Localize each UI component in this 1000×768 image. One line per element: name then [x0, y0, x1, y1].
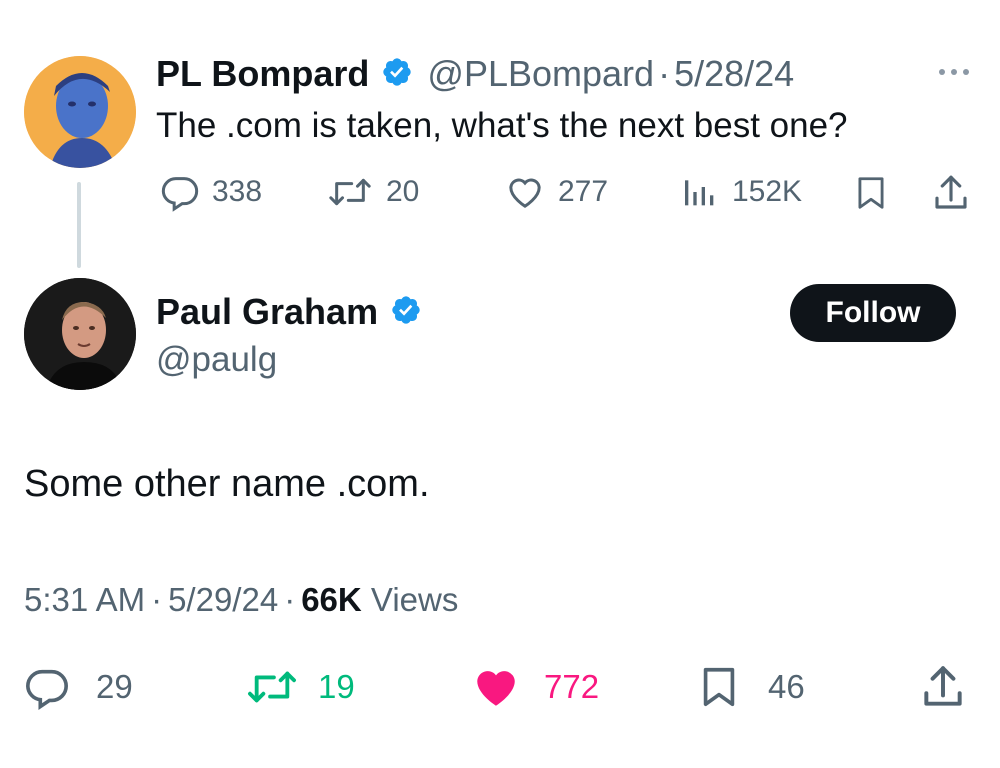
reply-icon[interactable] [24, 664, 70, 710]
views-icon[interactable] [680, 172, 720, 212]
like-icon[interactable] [470, 662, 522, 712]
separator: · [284, 581, 296, 618]
author-name[interactable]: Paul Graham [156, 291, 378, 332]
separator: · [658, 53, 671, 94]
tweet-time[interactable]: 5:31 AM [24, 581, 145, 618]
views-label: Views [370, 581, 459, 618]
tweet-date[interactable]: 5/29/24 [168, 581, 278, 618]
views-count: 152K [732, 175, 803, 208]
verified-badge-icon [381, 54, 413, 98]
author-handle[interactable]: @PLBompard [427, 53, 654, 94]
avatar-plbompard[interactable] [24, 56, 136, 168]
share-icon[interactable] [918, 662, 968, 712]
author-name[interactable]: PL Bompard [156, 53, 369, 94]
more-icon[interactable] [934, 64, 974, 80]
like-icon[interactable] [504, 172, 546, 212]
bookmark-count: 46 [768, 668, 805, 705]
parent-tweet-text: The .com is taken, what's the next best … [156, 106, 848, 145]
views-count: 66K [301, 581, 362, 618]
main-tweet-author-row: Paul Graham [156, 290, 422, 336]
like-count: 277 [558, 175, 609, 208]
avatar-paulg[interactable] [24, 278, 136, 390]
verified-badge-icon [390, 292, 422, 336]
share-icon[interactable] [930, 172, 972, 214]
like-count: 772 [544, 668, 600, 705]
reply-count: 29 [96, 668, 133, 705]
retweet-count: 20 [386, 175, 420, 208]
main-tweet-text: Some other name .com. [24, 463, 430, 505]
retweet-icon[interactable] [328, 172, 372, 212]
bookmark-icon[interactable] [696, 662, 742, 712]
retweet-count: 19 [318, 668, 355, 705]
author-handle[interactable]: @paulg [156, 338, 277, 382]
tweet-date[interactable]: 5/28/24 [674, 53, 794, 94]
thread-connector-line [77, 182, 81, 268]
follow-button[interactable]: Follow [790, 284, 956, 342]
retweet-icon[interactable] [246, 664, 298, 710]
bookmark-icon[interactable] [852, 172, 890, 214]
reply-icon[interactable] [160, 172, 200, 212]
tweet-meta: 5:31 AM · 5/29/24 · 66K Views [24, 578, 458, 622]
separator: · [151, 581, 163, 618]
parent-tweet-header: PL Bompard @PLBompard · 5/28/24 [156, 52, 794, 98]
reply-count: 338 [212, 175, 263, 208]
